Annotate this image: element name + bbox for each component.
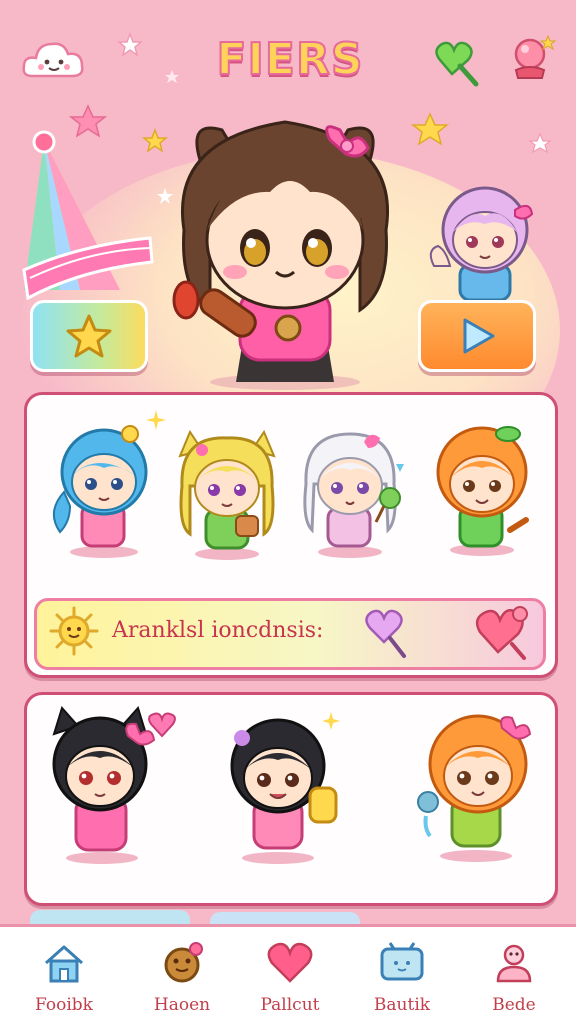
tab-peek <box>30 910 190 924</box>
nav-item-fooibk[interactable]: Fooibk <box>14 935 114 1023</box>
heart-wand-icon[interactable] <box>430 36 482 88</box>
hero-character[interactable] <box>160 100 410 395</box>
nav-item-pallcut[interactable]: Pallcut <box>240 935 340 1023</box>
heart-icon <box>267 942 313 983</box>
play-button[interactable] <box>418 300 536 372</box>
character-blue[interactable] <box>46 422 158 562</box>
banner-text: Aranklsl ioncdnsis: <box>112 618 324 643</box>
nav-item-bede[interactable]: Bede <box>464 935 564 1023</box>
heart-bubble-icon[interactable] <box>474 604 532 662</box>
tab-peek <box>210 912 360 924</box>
sparkle-icon <box>146 410 166 430</box>
profile-icon <box>496 944 532 983</box>
character-white[interactable] <box>298 424 410 560</box>
sparkle-icon <box>322 712 340 730</box>
game-title: FIERS <box>215 33 364 86</box>
star-icon <box>528 132 552 154</box>
star-icon <box>410 112 450 146</box>
friend-character[interactable] <box>420 170 550 300</box>
heart-lollipop-icon[interactable] <box>364 608 412 660</box>
character-black-hair[interactable] <box>218 708 350 868</box>
cookie-icon <box>164 942 203 983</box>
favorites-button[interactable] <box>30 300 148 372</box>
character-cat-black[interactable] <box>40 704 164 868</box>
star-icon <box>116 31 144 57</box>
home-icon <box>45 945 83 983</box>
nav-label: Haoen <box>153 995 211 1015</box>
nav-label: Fooibk <box>35 995 93 1015</box>
character-blonde[interactable] <box>172 426 282 562</box>
sun-icon <box>49 606 99 656</box>
character-orange-curly[interactable] <box>414 706 538 866</box>
bottom-navigation: Fooibk Haoen Pallcut Bautik Bede <box>0 924 576 1027</box>
star-icon <box>66 314 112 358</box>
magic-orb-icon[interactable] <box>508 32 560 84</box>
nav-label: Pallcut <box>260 995 320 1015</box>
nav-item-haoen[interactable]: Haoen <box>132 935 232 1023</box>
tv-icon <box>380 942 424 981</box>
nav-label: Bede <box>492 995 536 1015</box>
cloud-icon[interactable] <box>20 36 88 82</box>
nav-item-bautik[interactable]: Bautik <box>352 935 452 1023</box>
heart-icon <box>148 712 176 738</box>
star-icon <box>165 70 179 83</box>
party-hat-icon <box>22 130 154 300</box>
nav-label: Bautik <box>373 995 431 1015</box>
play-icon <box>463 318 495 354</box>
character-orange[interactable] <box>430 420 542 560</box>
